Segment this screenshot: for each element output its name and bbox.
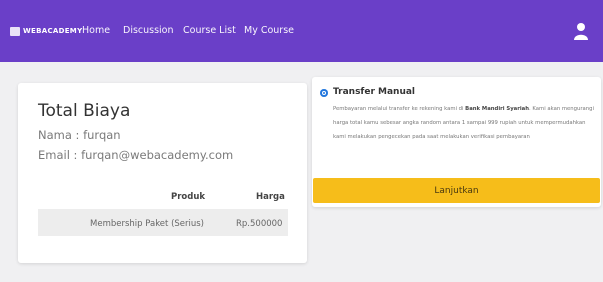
table-cell-price: Rp.500000 (236, 219, 283, 229)
customer-email: Email : furqan@webacademy.com (38, 148, 234, 162)
payment-method-card: Transfer Manual Pembayaran melalui trans… (312, 77, 601, 207)
nav-link-home[interactable]: Home (82, 25, 110, 36)
nav-link-course-list[interactable]: Course List (183, 25, 236, 36)
bank-name: Bank Mandiri Syariah (465, 106, 530, 112)
customer-name: Nama : furqan (38, 128, 121, 142)
desc-intro: Pembayaran melalui transfer ke rekening … (333, 106, 466, 112)
payment-description: Pembayaran melalui transfer ke rekening … (333, 102, 595, 144)
logo-icon (10, 26, 20, 36)
nav-link-discussion[interactable]: Discussion (123, 25, 174, 36)
table-cell-product: Membership Paket (Serius) (90, 219, 205, 229)
transfer-manual-radio[interactable] (320, 89, 328, 97)
order-summary-card: Total Biaya Nama : furqan Email : furqan… (18, 83, 307, 263)
user-icon[interactable] (573, 22, 589, 40)
table-header-price: Harga (256, 192, 285, 202)
total-cost-title: Total Biaya (38, 101, 131, 121)
nav-link-my-course[interactable]: My Course (244, 25, 294, 36)
continue-button[interactable]: Lanjutkan (313, 178, 600, 203)
brand-name: WEBACADEMY (23, 27, 83, 35)
brand-logo[interactable]: WEBACADEMY (10, 25, 82, 37)
top-navbar: WEBACADEMY Home Discussion Course List M… (0, 0, 603, 62)
table-header-product: Produk (171, 192, 206, 202)
transfer-manual-label[interactable]: Transfer Manual (333, 87, 415, 97)
